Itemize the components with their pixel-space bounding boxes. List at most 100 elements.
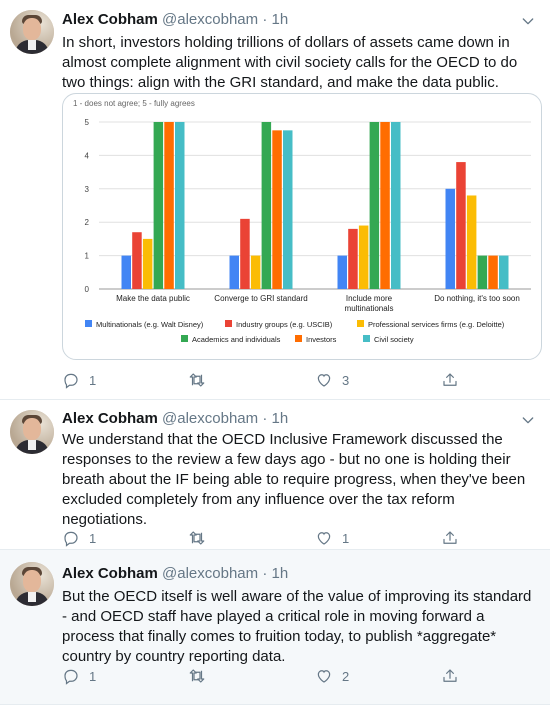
bar	[132, 232, 142, 289]
tweet-header: Alex Cobham @alexcobham · 1h	[62, 11, 288, 28]
bar	[466, 195, 477, 289]
retweet-icon	[189, 373, 205, 387]
x-tick-label: Converge to GRI standard	[214, 294, 307, 303]
retweet-button[interactable]	[188, 667, 215, 685]
bar	[164, 122, 174, 289]
retweet-icon	[189, 531, 205, 545]
legend-label: Investors	[306, 335, 337, 344]
bar	[283, 130, 293, 289]
x-tick-label: Include more multinationals	[345, 294, 394, 313]
bar	[488, 255, 498, 289]
reply-count: 1	[89, 530, 97, 546]
share-button[interactable]	[441, 371, 459, 389]
reply-icon	[64, 373, 78, 389]
timestamp[interactable]: 1h	[271, 11, 288, 28]
share-icon	[443, 669, 457, 682]
tweet-actions: 1 1	[62, 529, 482, 549]
bar	[175, 122, 185, 289]
bar	[121, 255, 131, 289]
retweet-icon	[189, 669, 205, 683]
reply-icon	[64, 669, 78, 685]
tweet-actions: 1 3	[62, 371, 482, 391]
retweet-button[interactable]	[188, 371, 215, 389]
y-tick-label: 0	[85, 285, 90, 294]
avatar[interactable]	[10, 10, 54, 54]
avatar[interactable]	[10, 562, 54, 606]
legend-label: Multinationals (e.g. Walt Disney)	[96, 320, 204, 329]
tweet-1[interactable]: Alex Cobham @alexcobham · 1h In short, i…	[0, 0, 550, 400]
bar	[369, 122, 380, 289]
tweet-text: In short, investors holding trillions of…	[62, 34, 518, 91]
retweet-button[interactable]	[188, 529, 215, 547]
tweet-actions: 1 2	[62, 667, 482, 687]
bar	[358, 225, 369, 289]
tweet-text: We understand that the OECD Inclusive Fr…	[62, 431, 526, 528]
tweet-header: Alex Cobham @alexcobham · 1h	[62, 565, 288, 582]
chart-title: 1 - does not agree; 5 - fully agrees	[73, 99, 195, 108]
share-button[interactable]	[441, 529, 459, 547]
reply-button[interactable]: 1	[62, 529, 96, 547]
bar	[499, 255, 509, 289]
chevron-down-icon[interactable]	[520, 412, 536, 428]
like-count: 2	[342, 668, 350, 684]
bar	[337, 255, 347, 289]
heart-icon	[317, 532, 331, 545]
y-tick-label: 5	[85, 118, 90, 127]
like-count: 1	[342, 530, 350, 546]
legend-swatch	[363, 335, 370, 342]
bar	[229, 255, 239, 289]
y-tick-label: 1	[85, 252, 90, 261]
bar	[445, 188, 455, 289]
x-tick-label: Do nothing, it's too soon	[434, 294, 520, 303]
timestamp[interactable]: 1h	[271, 565, 288, 582]
tweet-text: But the OECD itself is well aware of the…	[62, 588, 532, 665]
y-tick-label: 2	[85, 218, 90, 227]
legend-label: Industry groups (e.g. USCIB)	[236, 320, 333, 329]
chart-image[interactable]: 1 - does not agree; 5 - fully agrees 0 1 2…	[62, 93, 542, 360]
bar	[391, 122, 401, 289]
like-count: 3	[342, 372, 350, 388]
author-handle[interactable]: @alexcobham	[162, 565, 258, 582]
y-tick-label: 4	[85, 151, 90, 160]
legend-swatch	[357, 320, 364, 327]
chevron-down-icon[interactable]	[520, 13, 536, 29]
author-handle[interactable]: @alexcobham	[162, 410, 258, 427]
heart-icon	[317, 374, 331, 387]
legend-swatch	[181, 335, 188, 342]
like-button[interactable]: 1	[315, 529, 349, 547]
tweet-header: Alex Cobham @alexcobham · 1h	[62, 410, 288, 427]
y-tick-label: 3	[85, 185, 90, 194]
bar	[153, 122, 164, 289]
bar	[456, 162, 466, 289]
avatar[interactable]	[10, 410, 54, 454]
like-button[interactable]: 2	[315, 667, 349, 685]
share-icon	[443, 373, 457, 386]
separator-dot: ·	[262, 565, 268, 582]
separator-dot: ·	[262, 410, 268, 427]
tweet-3[interactable]: Alex Cobham @alexcobham · 1h But the OEC…	[0, 550, 550, 705]
bar-chart: 1 - does not agree; 5 - fully agrees 0 1 2…	[73, 99, 531, 344]
legend-swatch	[225, 320, 232, 327]
author-handle[interactable]: @alexcobham	[162, 11, 258, 28]
author-name[interactable]: Alex Cobham	[62, 565, 158, 582]
legend-swatch	[295, 335, 302, 342]
bar	[240, 218, 250, 289]
reply-count: 1	[89, 372, 97, 388]
bar	[380, 122, 390, 289]
timestamp[interactable]: 1h	[271, 410, 288, 427]
bar	[250, 255, 261, 289]
x-tick-label: Make the data public	[116, 294, 190, 303]
reply-count: 1	[89, 668, 97, 684]
author-name[interactable]: Alex Cobham	[62, 11, 158, 28]
bar	[477, 255, 488, 289]
tweet-2[interactable]: Alex Cobham @alexcobham · 1h We understa…	[0, 400, 550, 550]
bar	[348, 228, 358, 289]
bar	[142, 238, 153, 289]
legend-label: Professional services firms (e.g. Deloit…	[368, 320, 505, 329]
reply-button[interactable]: 1	[62, 667, 96, 685]
share-button[interactable]	[441, 667, 459, 685]
reply-button[interactable]: 1	[62, 371, 96, 389]
author-name[interactable]: Alex Cobham	[62, 410, 158, 427]
legend-swatch	[85, 320, 92, 327]
like-button[interactable]: 3	[315, 371, 349, 389]
